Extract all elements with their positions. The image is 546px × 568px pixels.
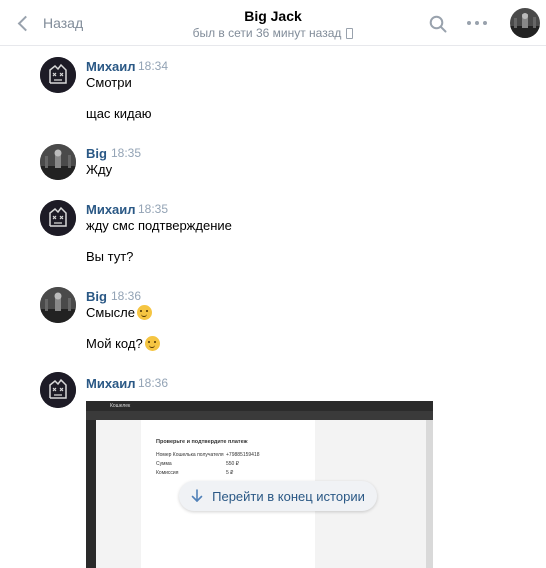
author-name[interactable]: Big <box>86 146 107 161</box>
screenshot-tab-title: Кошелек <box>110 403 131 409</box>
screenshot-row-value: +79885159418 <box>226 452 260 458</box>
author-name[interactable]: Михаил <box>86 59 136 74</box>
message-text: Вы тут? <box>86 249 134 264</box>
chat-title: Big Jack <box>244 8 302 24</box>
author-avatar-mikhail[interactable] <box>40 372 76 408</box>
jump-to-end-label: Перейти в конец истории <box>212 488 365 504</box>
last-seen-text: был в сети 36 минут назад <box>192 26 342 40</box>
author-avatar-mikhail[interactable] <box>40 200 76 236</box>
chat-header: Назад Big Jack был в сети 36 минут назад <box>0 0 546 46</box>
screenshot-row-label: Номер Кошелька получателя <box>156 452 224 458</box>
message-text: жду смс подтверждение <box>86 218 232 233</box>
screenshot-scrollbar <box>426 420 433 568</box>
mobile-phone-icon <box>346 27 354 39</box>
author-name[interactable]: Big <box>86 289 107 304</box>
thinking-face-icon <box>137 305 152 320</box>
message-time[interactable]: 18:35 <box>138 202 168 216</box>
screenshot-row-label: Сумма <box>156 461 172 467</box>
message-time[interactable]: 18:34 <box>138 59 168 73</box>
arrow-down-icon <box>191 489 203 502</box>
message-feed: Михаил 18:34 Смотри щас кидаю Big 18:35 … <box>0 47 546 568</box>
message-text: Смысле <box>86 305 152 320</box>
last-seen-status: был в сети 36 минут назад <box>193 26 354 40</box>
screenshot-sidebar <box>86 420 96 568</box>
message-text: Жду <box>86 162 113 177</box>
message-text-content: Смысле <box>86 305 135 320</box>
screenshot-address-bar <box>86 411 433 420</box>
search-icon[interactable] <box>429 15 447 33</box>
author-avatar-big[interactable] <box>40 144 76 180</box>
rolling-laughing-face-icon <box>144 336 160 351</box>
author-avatar-mikhail[interactable] <box>40 57 76 93</box>
screenshot-row-label: Комиссия <box>156 470 179 476</box>
author-avatar-big[interactable] <box>40 287 76 323</box>
author-name[interactable]: Михаил <box>86 376 136 391</box>
screenshot-heading: Проверьте и подтвердите платеж <box>156 439 248 445</box>
message-text: Мой код? <box>86 336 160 351</box>
author-name[interactable]: Михаил <box>86 202 136 217</box>
screenshot-row-value: 550 ₽ <box>226 461 239 467</box>
screenshot-row-value: 5 ₽ <box>226 470 234 476</box>
message-time[interactable]: 18:36 <box>138 376 168 390</box>
more-options-icon[interactable] <box>466 16 488 30</box>
screenshot-tab-bar: Кошелек <box>86 401 433 411</box>
jump-to-end-button[interactable]: Перейти в конец истории <box>179 481 377 511</box>
chat-title-block[interactable]: Big Jack был в сети 36 минут назад <box>0 8 546 42</box>
contact-avatar[interactable] <box>510 8 540 38</box>
message-text: Смотри <box>86 75 132 90</box>
message-text: щас кидаю <box>86 106 152 121</box>
message-text-content: Мой код? <box>86 336 143 351</box>
message-time[interactable]: 18:35 <box>111 146 141 160</box>
message-time[interactable]: 18:36 <box>111 289 141 303</box>
